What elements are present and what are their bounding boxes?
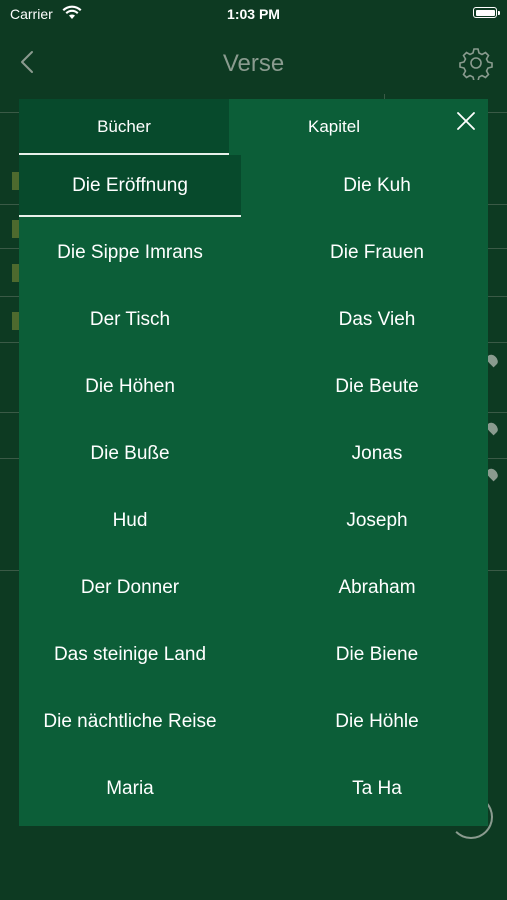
book-item[interactable]: Jonas xyxy=(266,423,488,485)
book-item[interactable]: Der Donner xyxy=(19,557,241,619)
book-item[interactable]: Die nächtliche Reise xyxy=(19,691,241,753)
book-item[interactable]: Hud xyxy=(19,490,241,552)
book-picker-modal: Bücher Kapitel Die Eröffnung Die Kuh Die… xyxy=(19,99,488,826)
book-item[interactable]: Die Beute xyxy=(266,356,488,418)
navigation-bar: Verse xyxy=(0,36,507,92)
page-title: Verse xyxy=(222,50,285,77)
book-item[interactable]: Die Eröffnung xyxy=(19,155,241,217)
book-item[interactable]: Der Tisch xyxy=(19,289,241,351)
tab-books-label: Bücher xyxy=(97,117,151,136)
book-item[interactable]: Das Vieh xyxy=(266,289,488,351)
tab-chapters-label: Kapitel xyxy=(308,117,360,136)
book-item[interactable]: Die Biene xyxy=(266,624,488,686)
close-icon[interactable] xyxy=(456,111,476,136)
book-item[interactable]: Maria xyxy=(19,758,241,820)
battery-icon xyxy=(473,7,500,18)
book-item[interactable]: Ta Ha xyxy=(266,758,488,820)
status-bar: Carrier 1:03 PM xyxy=(0,0,507,28)
book-item[interactable]: Die Kuh xyxy=(266,155,488,217)
tab-books[interactable]: Bücher xyxy=(19,99,229,155)
book-item[interactable]: Die Frauen xyxy=(266,222,488,284)
tab-chapters[interactable]: Kapitel xyxy=(229,99,439,155)
book-item[interactable]: Das steinige Land xyxy=(19,624,241,686)
gear-icon[interactable] xyxy=(459,46,493,85)
book-item[interactable]: Die Höhle xyxy=(266,691,488,753)
book-item[interactable]: Abraham xyxy=(266,557,488,619)
status-time: 1:03 PM xyxy=(227,6,280,22)
book-item[interactable]: Die Höhen xyxy=(19,356,241,418)
book-item[interactable]: Joseph xyxy=(266,490,488,552)
book-item[interactable]: Die Sippe Imrans xyxy=(19,222,241,284)
book-item[interactable]: Die Buße xyxy=(19,423,241,485)
